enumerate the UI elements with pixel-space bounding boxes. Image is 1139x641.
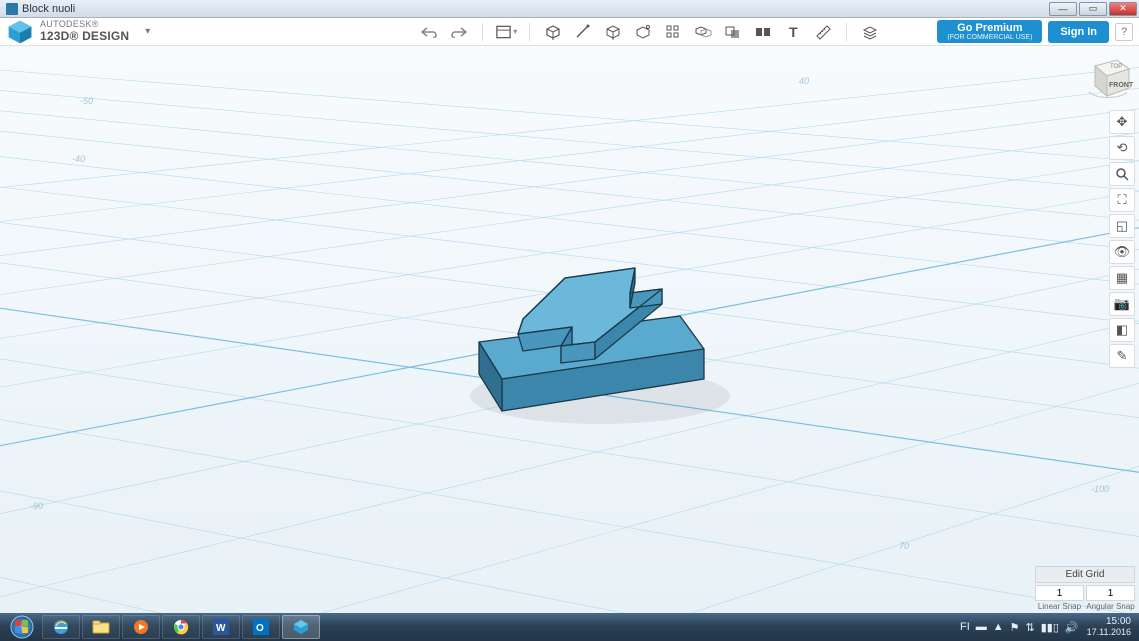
grouping-button[interactable]: [692, 21, 714, 43]
brand-product: 123D® DESIGN: [40, 30, 129, 43]
taskbar-item-123d[interactable]: [282, 615, 320, 639]
tray-network-icon[interactable]: ⇅: [1026, 621, 1035, 634]
navigation-bar: ✥ ⟲ ⛶ ◱ 👁 ▦ 📷 ◧ ✎: [1109, 110, 1135, 368]
primitives-button[interactable]: [542, 21, 564, 43]
tray-up-icon[interactable]: ▲: [993, 621, 1004, 633]
modify-button[interactable]: [632, 21, 654, 43]
window-minimize-button[interactable]: ―: [1049, 2, 1077, 16]
combine-button[interactable]: [722, 21, 744, 43]
taskbar-item-ie[interactable]: [42, 615, 80, 639]
taskbar-item-explorer[interactable]: [82, 615, 120, 639]
system-tray[interactable]: FI ▬ ▲ ⚑ ⇅ ▮▮▯ 🔊: [960, 621, 1079, 634]
taskbar-item-media[interactable]: [122, 615, 160, 639]
snap-button[interactable]: [752, 21, 774, 43]
window-titlebar: Block nuoli ― ▭ ✕: [0, 0, 1139, 18]
go-premium-sublabel: (FOR COMMERCIAL USE): [947, 34, 1032, 42]
tray-wifi-icon[interactable]: ▮▮▯: [1041, 621, 1059, 634]
go-premium-label: Go Premium: [947, 22, 1032, 34]
tray-flag-icon[interactable]: ⚑: [1010, 621, 1020, 634]
taskbar-item-outlook[interactable]: O: [242, 615, 280, 639]
measure-button[interactable]: [812, 21, 834, 43]
sketch-button[interactable]: [572, 21, 594, 43]
clock-date: 17.11.2016: [1087, 628, 1131, 637]
svg-text:O: O: [256, 623, 264, 634]
snapshot-button[interactable]: 📷: [1109, 292, 1135, 316]
edit-grid-label: Edit Grid: [1066, 569, 1105, 580]
window-title: Block nuoli: [22, 3, 75, 15]
viewport-canvas[interactable]: -50 -40 -90 -100 40 70 TOP FRONT ✥ ⟲ ⛶ ◱…: [0, 46, 1139, 613]
fit-button[interactable]: ⛶: [1109, 188, 1135, 212]
tray-volume-icon[interactable]: 🔊: [1065, 621, 1079, 634]
linear-snap-label: Linear Snap: [1035, 602, 1084, 611]
pattern-button[interactable]: [662, 21, 684, 43]
taskbar-item-chrome[interactable]: [162, 615, 200, 639]
pan-button[interactable]: ✥: [1109, 110, 1135, 134]
materials-button[interactable]: [859, 21, 881, 43]
svg-text:W: W: [216, 623, 226, 634]
taskbar-clock[interactable]: 15:00 17.11.2016: [1087, 617, 1135, 637]
window-app-icon: [6, 3, 18, 15]
app-logo[interactable]: AUTODESK® 123D® DESIGN ▾: [6, 18, 150, 46]
clock-time: 15:00: [1087, 617, 1131, 628]
scene-svg: [0, 46, 1139, 613]
go-premium-button[interactable]: Go Premium (FOR COMMERCIAL USE): [937, 20, 1042, 44]
construct-button[interactable]: [602, 21, 624, 43]
main-menu-button[interactable]: ▾: [495, 21, 517, 43]
angular-snap-label: Angular Snap: [1086, 602, 1135, 611]
app-logo-icon: [6, 18, 34, 46]
sign-in-button[interactable]: Sign In: [1048, 21, 1109, 43]
viewcube-top-label: TOP: [1110, 64, 1122, 70]
orbit-button[interactable]: ⟲: [1109, 136, 1135, 160]
linear-snap-input[interactable]: [1035, 585, 1084, 601]
angular-snap-input[interactable]: [1086, 585, 1135, 601]
viewcube-front-label: FRONT: [1109, 82, 1133, 89]
undo-button[interactable]: [418, 21, 440, 43]
taskbar-item-word[interactable]: W: [202, 615, 240, 639]
tray-lang[interactable]: FI: [960, 621, 970, 633]
materials-panel-button[interactable]: ◧: [1109, 318, 1135, 342]
start-button[interactable]: [4, 614, 40, 640]
edit-grid-button[interactable]: Edit Grid: [1035, 566, 1135, 583]
zoom-window-button[interactable]: ◱: [1109, 214, 1135, 238]
help-label: ?: [1121, 26, 1127, 38]
app-menu-dropdown-icon[interactable]: ▾: [145, 26, 150, 37]
tray-battery-icon[interactable]: ▬: [976, 621, 987, 633]
visibility-button[interactable]: 👁: [1109, 240, 1135, 264]
snap-panel: Edit Grid Linear Snap Angular Snap: [1035, 566, 1135, 611]
app-toolbar: AUTODESK® 123D® DESIGN ▾ ▾ T Go P: [0, 18, 1139, 46]
window-maximize-button[interactable]: ▭: [1079, 2, 1107, 16]
text-button[interactable]: T: [782, 21, 804, 43]
redo-button[interactable]: [448, 21, 470, 43]
help-button[interactable]: ?: [1115, 23, 1133, 41]
viewcube[interactable]: TOP FRONT: [1083, 52, 1133, 100]
window-close-button[interactable]: ✕: [1109, 2, 1137, 16]
view-mode-button[interactable]: ▦: [1109, 266, 1135, 290]
edit-tool-button[interactable]: ✎: [1109, 344, 1135, 368]
sign-in-label: Sign In: [1060, 26, 1097, 38]
windows-taskbar: W O FI ▬ ▲ ⚑ ⇅ ▮▮▯ 🔊 15:00 17.11.2016: [0, 613, 1139, 641]
zoom-button[interactable]: [1109, 162, 1135, 186]
